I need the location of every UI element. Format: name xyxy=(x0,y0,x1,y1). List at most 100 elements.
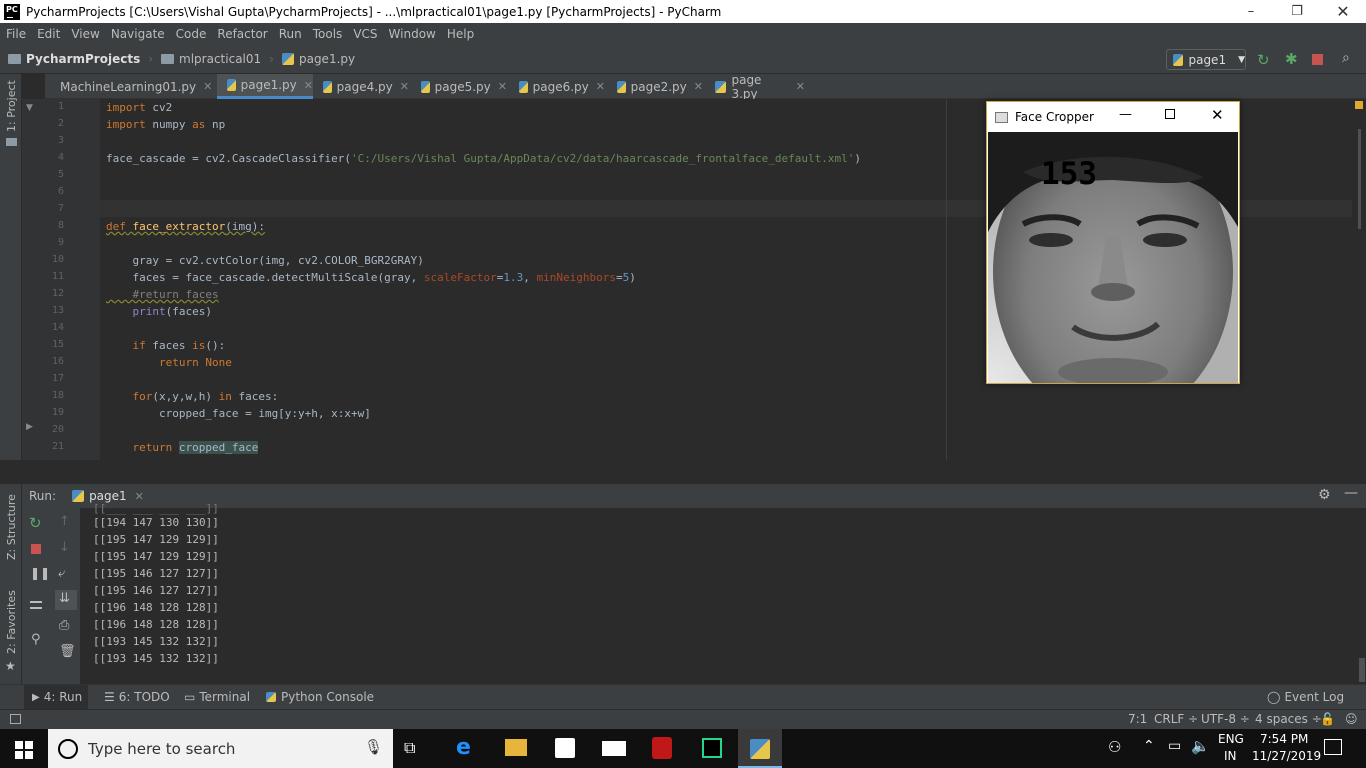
close-button[interactable]: ✕ xyxy=(1211,106,1224,124)
favorites-tool-tab[interactable]: 2: Favorites xyxy=(5,590,18,654)
lock-icon[interactable]: 🔓 xyxy=(1320,712,1335,726)
volume-icon[interactable]: 🔈 xyxy=(1191,737,1210,755)
project-tool-tab[interactable]: 1: Project xyxy=(5,80,18,132)
restore-button[interactable]: ❐ xyxy=(1274,0,1320,23)
language-primary[interactable]: ENG xyxy=(1218,732,1244,746)
menu-tools[interactable]: Tools xyxy=(313,27,343,41)
close-tab-icon[interactable]: ✕ xyxy=(400,80,409,93)
tab-page-3[interactable]: page 3.py ✕ xyxy=(705,73,805,101)
close-tab-icon[interactable]: ✕ xyxy=(596,80,605,93)
menu-help[interactable]: Help xyxy=(447,27,474,41)
tab-page4[interactable]: page4.py ✕ xyxy=(313,74,409,99)
console-scrollbar[interactable] xyxy=(1358,508,1366,684)
caret-position[interactable]: 7:1 xyxy=(1128,712,1147,726)
run-console[interactable]: [[___ ___ ___ ___]] [[194 147 130 130]] … xyxy=(80,502,1358,684)
close-tab-icon[interactable]: ✕ xyxy=(304,79,313,92)
scroll-to-end-button[interactable]: ⇊ xyxy=(55,590,77,610)
menu-run[interactable]: Run xyxy=(279,27,302,41)
print-icon[interactable]: ⎙ xyxy=(59,618,69,633)
gear-icon[interactable]: ⚙ xyxy=(1318,487,1331,503)
indent-setting[interactable]: 4 spaces ÷ xyxy=(1255,712,1322,726)
line-separator[interactable]: CRLF ÷ xyxy=(1154,712,1198,726)
run-configuration-select[interactable]: page1 ▼ xyxy=(1166,49,1246,70)
tab-page6[interactable]: page6.py ✕ xyxy=(509,74,605,99)
breadcrumb-project[interactable]: PycharmProjects xyxy=(8,52,140,66)
face-cropper-window[interactable]: Face Cropper — ✕ 153 xyxy=(986,101,1240,384)
menu-code[interactable]: Code xyxy=(176,27,207,41)
close-tab-icon[interactable]: ✕ xyxy=(203,80,212,93)
mail-icon[interactable] xyxy=(602,741,626,756)
microphone-icon[interactable]: 🎙 xyxy=(364,738,383,756)
store-icon[interactable] xyxy=(555,738,575,758)
people-icon[interactable]: ⚇ xyxy=(1108,738,1121,756)
warning-indicator[interactable] xyxy=(1355,101,1363,109)
language-secondary[interactable]: IN xyxy=(1224,749,1237,763)
structure-tool-tab[interactable]: Z: Structure xyxy=(5,494,18,560)
mcafee-icon[interactable] xyxy=(652,737,672,759)
menu-refactor[interactable]: Refactor xyxy=(217,27,267,41)
arrow-down-icon[interactable]: ↓ xyxy=(59,540,70,555)
maximize-button[interactable] xyxy=(1165,109,1175,119)
menu-edit[interactable]: Edit xyxy=(37,27,60,41)
notifications-icon[interactable] xyxy=(1324,739,1342,755)
minimize-button[interactable]: — xyxy=(1119,107,1132,122)
menu-view[interactable]: View xyxy=(71,27,99,41)
menu-navigate[interactable]: Navigate xyxy=(111,27,165,41)
tab-page1[interactable]: page1.py ✕ xyxy=(217,74,313,99)
arrow-up-icon[interactable]: ↑ xyxy=(59,514,70,529)
pause-icon[interactable]: ❚❚ xyxy=(30,566,50,580)
chevron-down-icon[interactable]: ▼ xyxy=(26,103,33,113)
run-tool-tab[interactable]: ▶ 4: Run xyxy=(32,690,82,704)
file-explorer-icon[interactable] xyxy=(505,739,527,756)
face-cropper-title: Face Cropper xyxy=(1015,110,1094,124)
debug-icon[interactable]: ✱ xyxy=(1285,50,1298,68)
file-encoding[interactable]: UTF-8 ÷ xyxy=(1201,712,1250,726)
clock-date[interactable]: 11/27/2019 xyxy=(1252,749,1321,763)
terminal-tool-tab[interactable]: ▭ Terminal xyxy=(184,690,250,704)
close-tab-icon[interactable]: ✕ xyxy=(498,80,507,93)
minimize-panel-icon[interactable]: — xyxy=(1344,485,1358,501)
close-tab-icon[interactable]: ✕ xyxy=(796,80,805,93)
battery-icon[interactable]: ▭ xyxy=(1168,738,1181,754)
edge-icon[interactable]: e xyxy=(456,735,471,760)
chevron-up-icon[interactable]: ⌃ xyxy=(1143,738,1155,754)
close-tab-icon[interactable]: ✕ xyxy=(694,80,703,93)
menu-window[interactable]: Window xyxy=(389,27,436,41)
menu-vcs[interactable]: VCS xyxy=(353,27,377,41)
clock-time[interactable]: 7:54 PM xyxy=(1260,732,1308,746)
code-line: face_cascade = cv2.CascadeClassifier('C:… xyxy=(106,152,861,165)
task-view-icon[interactable]: ⧉ xyxy=(404,738,415,758)
run-tab-page1[interactable]: page1 xyxy=(89,489,127,503)
menu-file[interactable]: File xyxy=(6,27,26,41)
minimize-button[interactable]: – xyxy=(1228,0,1274,23)
chevron-right-icon[interactable]: ▶ xyxy=(26,422,33,432)
tab-page5[interactable]: page5.py ✕ xyxy=(411,74,507,99)
editor-scrollbar[interactable] xyxy=(1352,99,1366,460)
scrollbar-thumb[interactable] xyxy=(1358,129,1361,229)
stop-icon[interactable] xyxy=(31,544,41,554)
stop-icon[interactable] xyxy=(1312,54,1323,65)
search-icon[interactable]: ⌕ xyxy=(1342,50,1350,66)
breadcrumb-file[interactable]: page1.py xyxy=(281,52,355,66)
tab-page2[interactable]: page2.py ✕ xyxy=(607,74,703,99)
windows-start-icon[interactable] xyxy=(15,741,33,759)
scrollbar-thumb[interactable] xyxy=(1359,658,1365,682)
layout-icon[interactable] xyxy=(30,601,42,609)
trash-icon[interactable]: 🗑 xyxy=(59,644,76,659)
todo-tool-tab[interactable]: ☰ 6: TODO xyxy=(104,690,170,704)
pin-icon[interactable]: ⚲ xyxy=(31,632,41,647)
breadcrumb-folder[interactable]: mlpractical01 xyxy=(161,52,261,66)
python-taskbar-button[interactable] xyxy=(738,729,782,768)
soft-wrap-icon[interactable]: ⤶ xyxy=(58,566,65,581)
pycharm-taskbar-icon[interactable] xyxy=(702,738,722,758)
inspector-icon[interactable]: ☺ xyxy=(1345,712,1358,726)
taskbar-search-box[interactable]: Type here to search 🎙 xyxy=(48,729,393,768)
rerun-icon[interactable]: ↻ xyxy=(29,514,42,532)
python-console-tool-tab[interactable]: Python Console xyxy=(266,690,374,704)
close-button[interactable]: ✕ xyxy=(1320,0,1366,23)
event-log-tool-tab[interactable]: ◯ Event Log xyxy=(1267,690,1344,704)
tool-windows-icon[interactable] xyxy=(10,714,21,724)
rerun-icon[interactable]: ↻ xyxy=(1257,51,1270,69)
tab-machinelearning01[interactable]: MachineLearning01.py ✕ xyxy=(45,74,212,99)
close-tab-icon[interactable]: ✕ xyxy=(135,490,144,503)
